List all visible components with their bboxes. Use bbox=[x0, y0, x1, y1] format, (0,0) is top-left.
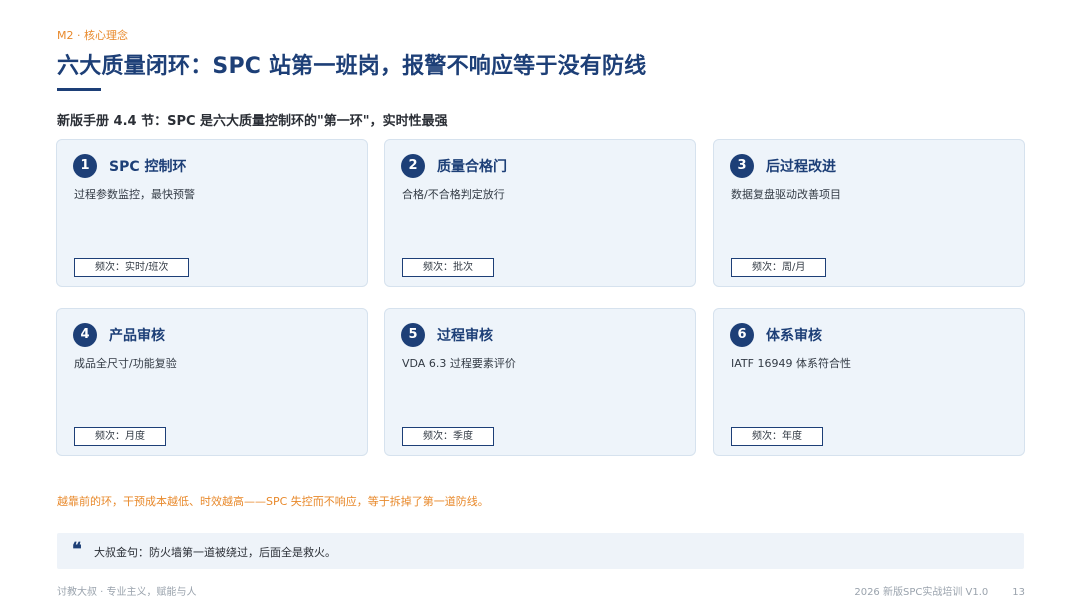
footer-course-title: 2026 新版SPC实战培训 V1.0 bbox=[854, 587, 989, 598]
quote-text: 大叔金句：防火墙第一道被绕过，后面全是救火。 bbox=[94, 546, 336, 559]
section-kicker: M2 · 核心理念 bbox=[57, 29, 128, 42]
card-number-badge: 6 bbox=[730, 323, 754, 347]
page-title: 六大质量闭环：SPC 站第一班岗，报警不响应等于没有防线 bbox=[57, 54, 647, 79]
card-description: 成品全尺寸/功能复验 bbox=[74, 357, 177, 370]
frequency-tag: 频次：批次 bbox=[402, 258, 494, 277]
card-number-badge: 3 bbox=[730, 154, 754, 178]
loop-card-2: 2 质量合格门 合格/不合格判定放行 频次：批次 bbox=[384, 139, 696, 287]
card-title: 过程审核 bbox=[437, 328, 493, 344]
loop-card-grid: 1 SPC 控制环 过程参数监控，最快预警 频次：实时/班次 2 质量合格门 合… bbox=[56, 139, 1027, 459]
card-title: 产品审核 bbox=[109, 328, 165, 344]
card-description: 数据复盘驱动改善项目 bbox=[731, 188, 841, 201]
frequency-tag: 频次：月度 bbox=[74, 427, 166, 446]
loop-card-3: 3 后过程改进 数据复盘驱动改善项目 频次：周/月 bbox=[713, 139, 1025, 287]
card-title: 体系审核 bbox=[766, 328, 822, 344]
frequency-tag: 频次：实时/班次 bbox=[74, 258, 190, 277]
page-number: 13 bbox=[1012, 587, 1025, 598]
loop-card-1: 1 SPC 控制环 过程参数监控，最快预警 频次：实时/班次 bbox=[56, 139, 368, 287]
footer-course: 2026 新版SPC实战培训 V1.0 13 bbox=[854, 583, 1025, 598]
frequency-tag: 频次：年度 bbox=[731, 427, 823, 446]
card-title: 后过程改进 bbox=[766, 159, 836, 175]
quote-mark-icon: ❝ bbox=[72, 539, 82, 560]
frequency-tag: 频次：周/月 bbox=[731, 258, 827, 277]
card-description: 过程参数监控，最快预警 bbox=[74, 188, 195, 201]
card-description: 合格/不合格判定放行 bbox=[402, 188, 505, 201]
card-number-badge: 2 bbox=[401, 154, 425, 178]
card-title: SPC 控制环 bbox=[109, 159, 187, 175]
loop-card-4: 4 产品审核 成品全尺寸/功能复验 频次：月度 bbox=[56, 308, 368, 456]
emphasis-note: 越靠前的环，干预成本越低、时效越高——SPC 失控而不响应，等于拆掉了第一道防线… bbox=[57, 495, 489, 508]
frequency-tag: 频次：季度 bbox=[402, 427, 494, 446]
loop-card-5: 5 过程审核 VDA 6.3 过程要素评价 频次：季度 bbox=[384, 308, 696, 456]
card-title: 质量合格门 bbox=[437, 159, 507, 175]
card-description: IATF 16949 体系符合性 bbox=[731, 357, 851, 370]
title-underline bbox=[57, 88, 101, 91]
card-number-badge: 5 bbox=[401, 323, 425, 347]
card-number-badge: 4 bbox=[73, 323, 97, 347]
page-subtitle: 新版手册 4.4 节：SPC 是六大质量控制环的"第一环"，实时性最强 bbox=[57, 114, 448, 129]
card-description: VDA 6.3 过程要素评价 bbox=[402, 357, 516, 370]
card-number-badge: 1 bbox=[73, 154, 97, 178]
loop-card-6: 6 体系审核 IATF 16949 体系符合性 频次：年度 bbox=[713, 308, 1025, 456]
footer-brand: 讨教大叔 · 专业主义，赋能与人 bbox=[57, 587, 197, 598]
quote-callout: ❝ 大叔金句：防火墙第一道被绕过，后面全是救火。 bbox=[57, 533, 1024, 569]
